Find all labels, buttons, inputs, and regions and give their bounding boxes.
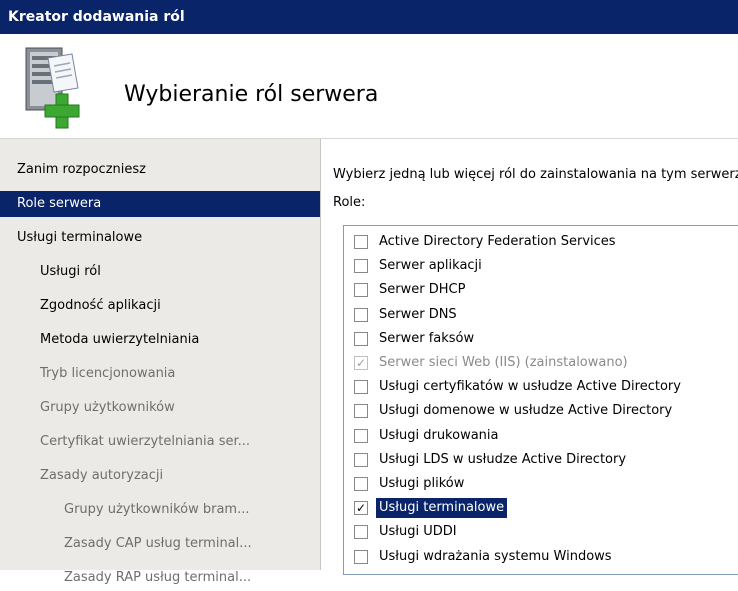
nav-item[interactable]: Usługi ról bbox=[0, 259, 320, 285]
server-add-icon bbox=[12, 44, 102, 130]
nav-item[interactable]: Grupy użytkowników bram... bbox=[0, 497, 320, 523]
role-label: Usługi wdrażania systemu Windows bbox=[379, 548, 612, 564]
role-label: Serwer DNS bbox=[379, 306, 457, 322]
nav-item[interactable]: Zanim rozpoczniesz bbox=[0, 157, 320, 183]
nav-item[interactable]: Usługi terminalowe bbox=[0, 225, 320, 251]
nav-item[interactable]: Metoda uwierzytelniania bbox=[0, 327, 320, 353]
role-checkbox[interactable] bbox=[354, 525, 368, 540]
role-label: Usługi domenowe w usłudze Active Directo… bbox=[379, 403, 673, 419]
role-label: Serwer DHCP bbox=[379, 282, 466, 298]
nav-item[interactable]: Zgodność aplikacji bbox=[0, 293, 320, 319]
roles-label: Role: bbox=[333, 195, 366, 210]
nav-item[interactable]: Zasady autoryzacji bbox=[0, 463, 320, 489]
role-checkbox[interactable] bbox=[354, 549, 368, 564]
nav-item[interactable]: Role serwera bbox=[0, 191, 320, 217]
role-label: Usługi terminalowe bbox=[376, 498, 508, 519]
role-checkbox[interactable] bbox=[354, 404, 368, 419]
role-checkbox[interactable] bbox=[354, 307, 368, 322]
role-label: Active Directory Federation Services bbox=[379, 234, 616, 249]
page-title: Wybieranie ról serwera bbox=[124, 82, 379, 107]
role-label: Usługi drukowania bbox=[379, 427, 499, 443]
role-checkbox[interactable] bbox=[354, 380, 368, 395]
nav-item[interactable]: Tryb licencjonowania bbox=[0, 361, 320, 387]
nav-item[interactable]: Zasady RAP usług terminal... bbox=[0, 565, 320, 591]
role-checkbox[interactable] bbox=[354, 428, 368, 443]
nav-item[interactable]: Grupy użytkowników bbox=[0, 395, 320, 421]
role-checkbox[interactable] bbox=[354, 477, 368, 491]
window-title: Kreator dodawania ról bbox=[0, 0, 738, 34]
wizard-content: Wybierz jedną lub więcej ról do zainstal… bbox=[321, 139, 738, 575]
role-label: Usługi UDDI bbox=[379, 524, 457, 540]
role-checkbox[interactable] bbox=[354, 452, 368, 467]
role-label: Usługi certyfikatów w usłudze Active Dir… bbox=[379, 379, 681, 395]
role-checkbox: ✓ bbox=[354, 356, 368, 370]
role-checkbox[interactable] bbox=[354, 283, 368, 298]
wizard-navigation: Zanim rozpoczniesz Role serwera Usługi ter… bbox=[0, 139, 321, 585]
nav-item[interactable]: Zasady CAP usług terminal... bbox=[0, 531, 320, 557]
wizard-header: Wybieranie ról serwera bbox=[0, 34, 738, 139]
role-label: Serwer faksów bbox=[379, 330, 475, 346]
role-checkbox[interactable] bbox=[354, 235, 368, 249]
nav-item[interactable]: Certyfikat uwierzytelniania ser... bbox=[0, 429, 320, 455]
instruction-text: Wybierz jedną lub więcej ról do zainstal… bbox=[333, 167, 738, 182]
roles-listbox[interactable]: Active Directory Federation Services Serw… bbox=[343, 225, 738, 575]
role-checkbox[interactable]: ✓ bbox=[354, 501, 368, 516]
role-label: Usługi LDS w usłudze Active Directory bbox=[379, 451, 627, 467]
role-checkbox[interactable] bbox=[354, 259, 368, 274]
role-checkbox[interactable] bbox=[354, 331, 368, 346]
role-label: Usługi plików bbox=[379, 476, 465, 491]
role-label: Serwer aplikacji bbox=[379, 258, 482, 274]
role-label: Serwer sieci Web (IIS) (zainstalowano) bbox=[379, 355, 628, 370]
